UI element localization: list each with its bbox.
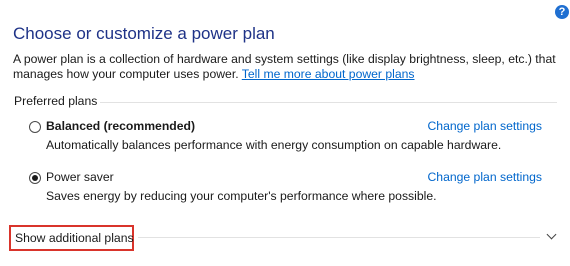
plan-balanced: Balanced (recommended) Change plan setti…: [29, 119, 542, 152]
additional-plans-divider: [138, 237, 540, 238]
balanced-plan-name[interactable]: Balanced (recommended): [46, 119, 195, 133]
power-saver-plan-name[interactable]: Power saver: [46, 170, 114, 184]
chevron-down-icon[interactable]: [546, 229, 557, 240]
power-saver-plan-description: Saves energy by reducing your computer's…: [46, 189, 437, 203]
plan-power-saver: Power saver Change plan settings Saves e…: [29, 170, 542, 203]
show-additional-plans-button[interactable]: Show additional plans: [9, 225, 134, 251]
balanced-radio[interactable]: [29, 121, 41, 133]
balanced-change-settings-link[interactable]: Change plan settings: [427, 119, 542, 133]
balanced-plan-description: Automatically balances performance with …: [46, 138, 502, 152]
help-icon[interactable]: ?: [555, 5, 569, 19]
intro-paragraph: A power plan is a collection of hardware…: [13, 52, 558, 82]
preferred-plans-label: Preferred plans: [14, 94, 98, 108]
power-saver-change-settings-link[interactable]: Change plan settings: [427, 170, 542, 184]
tell-me-more-link[interactable]: Tell me more about power plans: [242, 67, 415, 81]
power-saver-radio[interactable]: [29, 172, 41, 184]
page-title: Choose or customize a power plan: [13, 24, 275, 43]
group-divider: [100, 102, 557, 103]
